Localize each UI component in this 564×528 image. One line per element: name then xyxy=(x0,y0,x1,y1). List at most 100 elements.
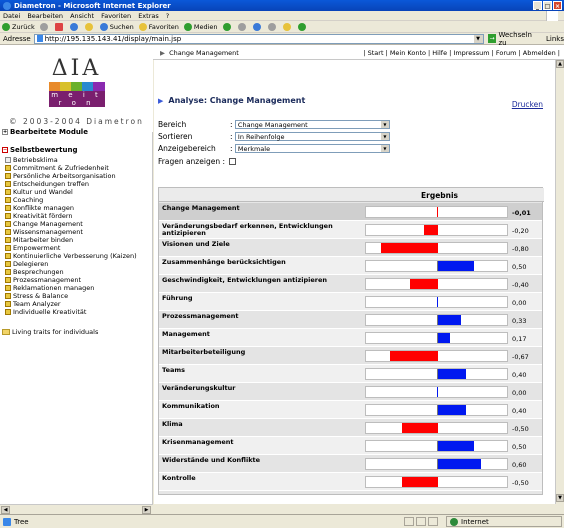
tree-folder-living-traits[interactable]: Living traits for individuals xyxy=(2,328,153,336)
tree-item[interactable]: Konflikte managen xyxy=(2,204,153,212)
bereich-label: Bereich xyxy=(158,120,187,129)
tree-item[interactable]: Empowerment xyxy=(2,244,153,252)
document-icon xyxy=(5,189,11,195)
stop-button[interactable] xyxy=(54,22,65,31)
left-horizontal-scrollbar[interactable]: ◀ ▶ xyxy=(0,504,153,514)
result-row: Management 0,17 xyxy=(159,329,542,347)
title-bar: Diametron - Microsoft Internet Explorer … xyxy=(0,0,564,11)
result-bar-track xyxy=(365,458,508,470)
main-vertical-scrollbar[interactable]: ▲ ▼ xyxy=(555,60,564,504)
result-label: Teams xyxy=(162,366,186,374)
tree-item[interactable]: Entscheidungen treffen xyxy=(2,180,153,188)
tree-item[interactable]: Besprechungen xyxy=(2,268,153,276)
result-row: Change Management -0,01 xyxy=(159,203,542,221)
messenger-button[interactable] xyxy=(297,22,308,31)
history-button[interactable] xyxy=(222,22,233,31)
result-row: Widerstände und Konflikte 0,60 xyxy=(159,455,542,473)
scroll-right-button[interactable]: ▶ xyxy=(142,506,151,514)
tree-section-selbstbewertung[interactable]: − Selbstbewertung xyxy=(2,146,153,154)
result-bar xyxy=(438,333,450,343)
minimize-button[interactable]: _ xyxy=(533,1,542,10)
tree-item[interactable]: Commitment & Zufriedenheit xyxy=(2,164,153,172)
menu-help[interactable]: ? xyxy=(166,12,169,20)
tree-item[interactable]: Change Management xyxy=(2,220,153,228)
tree-folder-label: Living traits for individuals xyxy=(12,328,99,336)
result-label: Management xyxy=(162,330,210,338)
result-value: 0,17 xyxy=(512,335,527,343)
bereich-select[interactable]: Change Management ▼ xyxy=(234,120,390,129)
back-button[interactable]: Zurück xyxy=(2,22,35,31)
document-icon xyxy=(5,269,11,275)
tree-item[interactable]: Stress & Balance xyxy=(2,292,153,300)
links-toolbar-button[interactable]: Links xyxy=(546,35,564,43)
address-input[interactable]: http://195.135.143.41/display/main.jsp ▼ xyxy=(33,33,484,44)
mail-button[interactable] xyxy=(237,22,248,31)
edit-button[interactable] xyxy=(267,22,278,31)
document-icon xyxy=(5,277,11,283)
menu-extras[interactable]: Extras xyxy=(138,12,159,20)
document-icon xyxy=(5,205,11,211)
forward-button[interactable] xyxy=(39,22,50,31)
scroll-down-button[interactable]: ▼ xyxy=(556,494,564,502)
window-title: Diametron - Microsoft Internet Explorer xyxy=(14,1,171,10)
menu-favoriten[interactable]: Favoriten xyxy=(101,12,131,20)
page-title: ▶ Analyse: Change Management xyxy=(158,96,305,105)
top-links[interactable]: | Start | Mein Konto | Hilfe | Impressum… xyxy=(363,49,560,57)
scroll-up-button[interactable]: ▲ xyxy=(556,60,564,68)
results-header-label: Ergebnis xyxy=(421,191,459,200)
tree-item[interactable]: Betriebsklima xyxy=(2,156,153,164)
tree-item[interactable]: Kreativität fördern xyxy=(2,212,153,220)
result-bar xyxy=(438,315,461,325)
close-button[interactable]: × xyxy=(553,1,562,10)
menu-datei[interactable]: Datei xyxy=(3,12,20,20)
menu-bearbeiten[interactable]: Bearbeiten xyxy=(27,12,63,20)
anzeigebereich-select[interactable]: Merkmale ▼ xyxy=(234,144,390,153)
result-label: Mitarbeiterbeteiligung xyxy=(162,348,246,356)
tree-item[interactable]: Kultur und Wandel xyxy=(2,188,153,196)
menu-ansicht[interactable]: Ansicht xyxy=(70,12,94,20)
address-dropdown-button[interactable]: ▼ xyxy=(473,34,483,43)
tree-item-label: Kontinuierliche Verbesserung (Kaizen) xyxy=(13,252,137,260)
tree-item-label: Besprechungen xyxy=(13,268,64,276)
zone-label: Internet xyxy=(461,517,489,526)
tree-item[interactable]: Prozessmanagement xyxy=(2,276,153,284)
module-tree: + Bearbeitete Module − Selbstbewertung B… xyxy=(2,128,153,336)
folder-button[interactable] xyxy=(282,22,293,31)
result-label: Zusammenhänge berücksichtigen xyxy=(162,258,286,266)
tree-item[interactable]: Persönliche Arbeitsorganisation xyxy=(2,172,153,180)
tree-item[interactable]: Coaching xyxy=(2,196,153,204)
tree-section-bearbeitete-module[interactable]: + Bearbeitete Module xyxy=(2,128,153,136)
tree-item-label: Commitment & Zufriedenheit xyxy=(13,164,109,172)
fragen-checkbox[interactable] xyxy=(228,158,236,165)
tree-item[interactable]: Mitarbeiter binden xyxy=(2,236,153,244)
sortieren-row: Sortieren : In Reihenfolge ▼ xyxy=(158,132,390,141)
print-button[interactable] xyxy=(252,22,263,31)
refresh-button[interactable] xyxy=(69,22,80,31)
tree-item[interactable]: Kontinuierliche Verbesserung (Kaizen) xyxy=(2,252,153,260)
result-label: Führung xyxy=(162,294,193,302)
media-button[interactable]: Medien xyxy=(183,22,218,31)
search-button[interactable]: Suchen xyxy=(99,22,134,31)
result-value: 0,60 xyxy=(512,461,527,469)
result-bar-track xyxy=(365,314,508,326)
result-row: Geschwindigkeit, Entwicklungen antizipie… xyxy=(159,275,542,293)
tree-item[interactable]: Reklamationen managen xyxy=(2,284,153,292)
anzeigebereich-label: Anzeigebereich xyxy=(158,144,216,153)
scroll-left-button[interactable]: ◀ xyxy=(1,506,10,514)
tree-item[interactable]: Individuelle Kreativität xyxy=(2,308,153,316)
expand-icon[interactable]: + xyxy=(2,129,8,135)
status-cell xyxy=(404,517,414,526)
tree-item[interactable]: Delegieren xyxy=(2,260,153,268)
tree-item[interactable]: Wissensmanagement xyxy=(2,228,153,236)
sortieren-select[interactable]: In Reihenfolge ▼ xyxy=(234,132,390,141)
result-value: -0,50 xyxy=(512,425,529,433)
home-button[interactable] xyxy=(84,22,95,31)
bereich-row: Bereich : Change Management ▼ xyxy=(158,120,390,129)
tree-item-label: Change Management xyxy=(13,220,83,228)
maximize-button[interactable]: □ xyxy=(543,1,552,10)
tree-item[interactable]: Team Analyzer xyxy=(2,300,153,308)
favorites-button[interactable]: Favoriten xyxy=(138,22,179,31)
print-link[interactable]: Drucken xyxy=(512,100,543,109)
collapse-icon[interactable]: − xyxy=(2,147,8,153)
result-bar xyxy=(438,459,481,469)
